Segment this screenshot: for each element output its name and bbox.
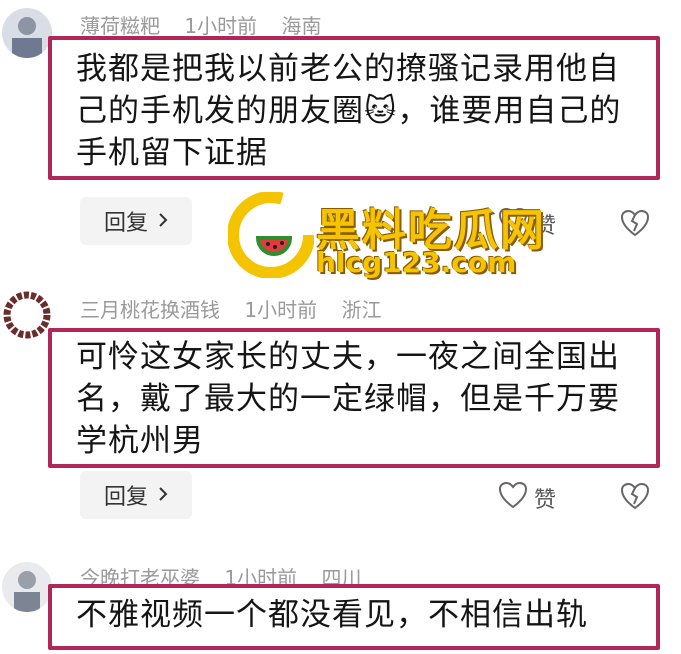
watermark-url: hlcg123.com xyxy=(316,246,517,279)
timestamp: 1小时前 xyxy=(244,298,318,322)
avatar[interactable] xyxy=(2,290,52,340)
comment-meta: 薄荷糍粑 1小时前 海南 xyxy=(80,10,339,39)
dislike-button[interactable] xyxy=(620,482,650,514)
like-button[interactable]: 赞 xyxy=(498,481,556,515)
comment-text: 我都是把我以前老公的撩骚记录用他自己的手机发的朋友圈🐱，谁要用自己的手机留下证据 xyxy=(76,51,622,171)
location: 浙江 xyxy=(341,298,382,322)
location: 海南 xyxy=(281,14,322,38)
username[interactable]: 三月桃花换酒钱 xyxy=(80,298,220,322)
timestamp: 1小时前 xyxy=(184,14,258,38)
comment-text: 可怜这女家长的丈夫，一夜之间全国出名，戴了最大的一定绿帽，但是千万要学杭州男 xyxy=(76,339,620,459)
comment-meta: 三月桃花换酒钱 1小时前 浙江 xyxy=(80,294,399,323)
watermark: 黑料吃瓜网 hlcg123.com xyxy=(228,192,544,284)
like-label: 赞 xyxy=(534,488,557,513)
comment-text: 不雅视频一个都没看见，不相信出轨 xyxy=(76,597,588,633)
reply-label: 回复 xyxy=(103,211,148,236)
reply-label: 回复 xyxy=(103,485,148,510)
dislike-button[interactable] xyxy=(620,209,650,241)
comment-highlight-box: 我都是把我以前老公的撩骚记录用他自己的手机发的朋友圈🐱，谁要用自己的手机留下证据 xyxy=(48,36,660,180)
chevron-right-icon xyxy=(158,209,168,234)
broken-heart-icon xyxy=(620,482,650,514)
reply-button[interactable]: 回复 xyxy=(80,197,192,245)
username[interactable]: 薄荷糍粑 xyxy=(80,14,160,38)
chevron-right-icon xyxy=(158,483,168,508)
reply-button[interactable]: 回复 xyxy=(80,471,192,519)
avatar[interactable] xyxy=(2,8,52,58)
heart-icon xyxy=(498,481,528,515)
avatar[interactable] xyxy=(2,562,52,612)
broken-heart-icon xyxy=(620,209,650,241)
comment-highlight-box: 可怜这女家长的丈夫，一夜之间全国出名，戴了最大的一定绿帽，但是千万要学杭州男 xyxy=(48,328,660,468)
comment-highlight-box: 不雅视频一个都没看见，不相信出轨 xyxy=(48,584,660,650)
